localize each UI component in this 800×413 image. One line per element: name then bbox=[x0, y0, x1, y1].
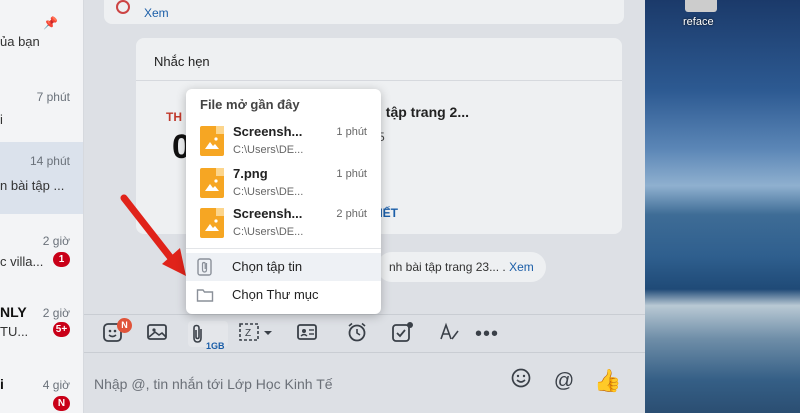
conversation-item-active[interactable]: 14 phút n bài tập ... bbox=[0, 142, 83, 214]
more-dots-icon: ••• bbox=[474, 323, 499, 345]
message-composer: @ 👍 bbox=[84, 352, 645, 413]
file-path: C:\Users\DE... bbox=[233, 186, 304, 198]
desktop-icon-label[interactable]: reface bbox=[683, 16, 714, 28]
paperclip-icon bbox=[197, 258, 212, 276]
conversation-item[interactable]: i 4 giờ N bbox=[0, 358, 83, 413]
conversation-time: 4 giờ bbox=[42, 378, 70, 392]
red-arrow-annotation bbox=[120, 194, 186, 276]
conversation-preview: c villa... bbox=[0, 254, 44, 269]
screenshot-button[interactable]: Z bbox=[236, 321, 276, 347]
recent-files-popup: File mở gần đây Screensh... 1 phút C:\Us… bbox=[186, 89, 381, 314]
conversation-name: i bbox=[0, 376, 4, 392]
file-name: Screensh... bbox=[233, 124, 303, 139]
screenshot-icon: Z bbox=[239, 323, 272, 341]
message-input[interactable] bbox=[94, 373, 494, 395]
reminder-title: Nhắc hẹn bbox=[154, 54, 210, 69]
contact-card-icon bbox=[297, 324, 317, 340]
conversation-item[interactable]: 📌 ủa bạn bbox=[0, 0, 83, 72]
conversation-preview: i bbox=[0, 112, 3, 127]
image-icon bbox=[147, 324, 167, 340]
popup-title: File mở gần đây bbox=[200, 97, 300, 112]
sticker-button[interactable]: N bbox=[100, 318, 132, 347]
composer-toolbar: N 1GB Z ••• bbox=[84, 314, 645, 352]
file-time: 1 phút bbox=[336, 126, 367, 138]
pin-icon: 📌 bbox=[43, 16, 58, 30]
task-check-icon bbox=[392, 322, 413, 342]
view-link[interactable]: Xem bbox=[144, 6, 169, 20]
choose-file-button[interactable]: Chọn tập tin bbox=[186, 253, 381, 281]
conversation-item[interactable]: 7 phút i bbox=[0, 72, 83, 144]
paperclip-icon bbox=[193, 324, 202, 343]
file-name: 7.png bbox=[233, 166, 268, 181]
at-sign-icon: @ bbox=[553, 370, 575, 392]
conversation-preview: ủa bạn bbox=[0, 34, 40, 49]
file-time: 2 phút bbox=[336, 208, 367, 220]
conversation-time: 14 phút bbox=[29, 154, 70, 168]
divider bbox=[136, 80, 622, 81]
thumbs-up-icon: 👍 bbox=[594, 368, 622, 393]
desktop-background: reface bbox=[645, 0, 800, 413]
task-button[interactable] bbox=[390, 321, 416, 347]
recent-file-item[interactable]: Screensh... 1 phút C:\Users\DE... bbox=[186, 122, 381, 162]
notice-view-link[interactable]: Xem bbox=[509, 260, 534, 274]
recent-file-item[interactable]: Screensh... 2 phút C:\Users\DE... bbox=[186, 204, 381, 244]
image-file-icon bbox=[200, 168, 224, 198]
unread-badge: 5+ bbox=[53, 322, 70, 337]
folder-icon bbox=[196, 289, 214, 302]
unread-badge: N bbox=[53, 396, 70, 411]
image-file-icon bbox=[200, 208, 224, 238]
sticker-badge: N bbox=[117, 318, 132, 333]
conversation-item[interactable]: NLY 2 giờ TU... 5+ bbox=[0, 286, 83, 358]
conversation-name: NLY bbox=[0, 304, 27, 320]
notice-pill: nh bài tập trang 23... . Xem bbox=[377, 252, 546, 282]
notice-text: nh bài tập trang 23... . bbox=[389, 260, 506, 274]
reminder-button[interactable] bbox=[344, 321, 370, 347]
desktop-app-icon[interactable] bbox=[685, 0, 717, 12]
format-text-button[interactable] bbox=[436, 321, 462, 347]
conversation-preview: n bài tập ... bbox=[0, 178, 65, 193]
file-path: C:\Users\DE... bbox=[233, 226, 304, 238]
conversation-time: 7 phút bbox=[36, 90, 70, 104]
more-options-button[interactable]: ••• bbox=[474, 321, 500, 347]
contact-card-button[interactable] bbox=[294, 321, 320, 347]
emoji-button[interactable] bbox=[507, 367, 535, 395]
choose-folder-button[interactable]: Chọn Thư mục bbox=[186, 281, 381, 309]
conversation-time: 2 giờ bbox=[42, 306, 70, 320]
reminder-heading: i tập trang 2... bbox=[378, 104, 470, 120]
file-name: Screensh... bbox=[233, 206, 303, 221]
mention-button[interactable]: @ bbox=[550, 367, 578, 395]
attach-file-button[interactable]: 1GB bbox=[188, 321, 228, 351]
alarm-clock-icon bbox=[348, 322, 366, 342]
conversation-time: 2 giờ bbox=[42, 234, 70, 248]
choose-file-label: Chọn tập tin bbox=[232, 259, 303, 274]
like-button[interactable]: 👍 bbox=[594, 367, 622, 395]
reminder-month: TH bbox=[166, 110, 182, 124]
image-file-icon bbox=[200, 126, 224, 156]
conversation-item[interactable]: 2 giờ c villa... 1 bbox=[0, 214, 83, 286]
unread-badge: 1 bbox=[53, 252, 70, 267]
divider bbox=[186, 248, 381, 249]
text-format-icon bbox=[440, 322, 459, 340]
image-button[interactable] bbox=[144, 321, 170, 347]
svg-text:Z: Z bbox=[245, 328, 251, 339]
conversation-preview: TU... bbox=[0, 324, 29, 339]
conversation-list: 📌 ủa bạn 7 phút i 14 phút n bài tập ... … bbox=[0, 0, 84, 413]
file-time: 1 phút bbox=[336, 168, 367, 180]
file-path: C:\Users\DE... bbox=[233, 144, 304, 156]
clock-icon bbox=[116, 0, 130, 14]
choose-folder-label: Chọn Thư mục bbox=[232, 287, 319, 302]
message-card: Xem bbox=[104, 0, 624, 24]
recent-file-item[interactable]: 7.png 1 phút C:\Users\DE... bbox=[186, 164, 381, 204]
emoji-icon bbox=[511, 368, 531, 388]
